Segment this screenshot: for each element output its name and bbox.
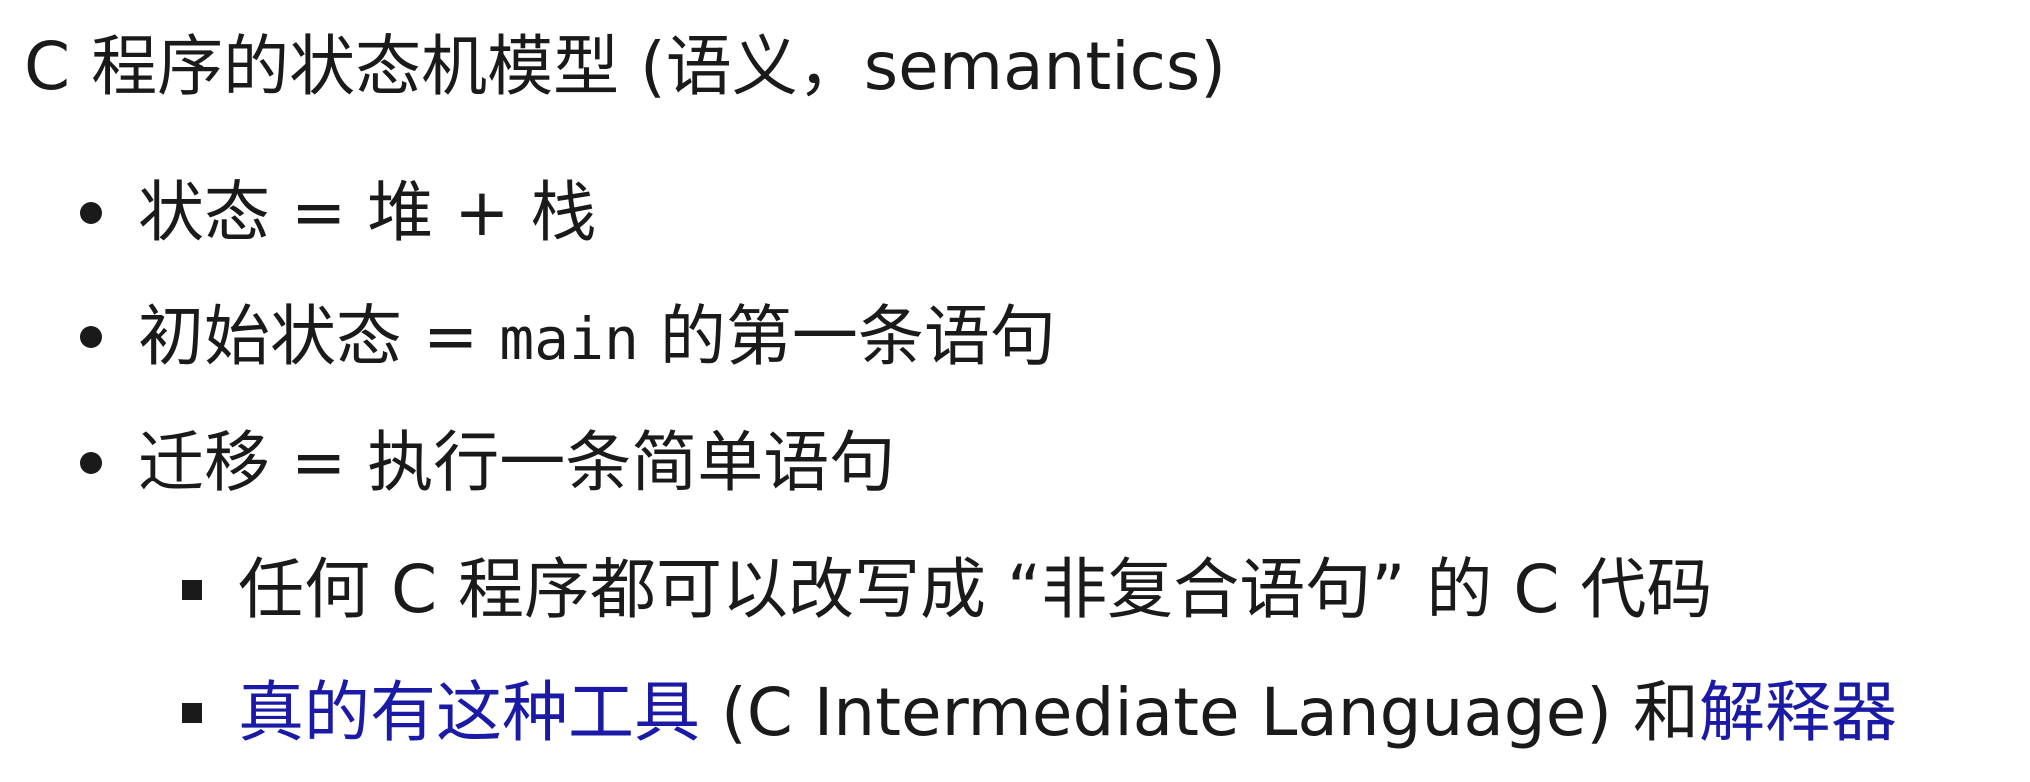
subbullet-text: (C Intermediate Language) 和 [700, 674, 1700, 751]
inline-code: main [499, 305, 639, 373]
bullet-item-transition: 迁移 = 执行一条简单语句 [138, 424, 896, 501]
subbullet-item-tools: 真的有这种工具 (C Intermediate Language) 和解释器 [238, 668, 1897, 758]
bullet-dot [80, 452, 102, 474]
bullet-text: 初始状态 = [138, 298, 500, 375]
slide-title: C 程序的状态机模型 (语义，semantics) [24, 28, 1226, 105]
bullet-dot [80, 202, 102, 224]
slide: C 程序的状态机模型 (语义，semantics) 状态 = 堆 + 栈 初始状… [0, 0, 2030, 782]
tool-link[interactable]: 真的有这种工具 [238, 674, 700, 751]
bullet-dot [80, 326, 102, 348]
bullet-item-state: 状态 = 堆 + 栈 [138, 174, 597, 251]
bullet-item-initial-state: 初始状态 = main 的第一条语句 [138, 292, 1056, 384]
bullet-square [182, 580, 202, 600]
interpreter-link[interactable]: 解释器 [1699, 674, 1897, 751]
bullet-square [182, 703, 202, 723]
bullet-text: 的第一条语句 [638, 298, 1056, 375]
subbullet-item-rewrite: 任何 C 程序都可以改写成 “非复合语句” 的 C 代码 [238, 551, 1713, 628]
